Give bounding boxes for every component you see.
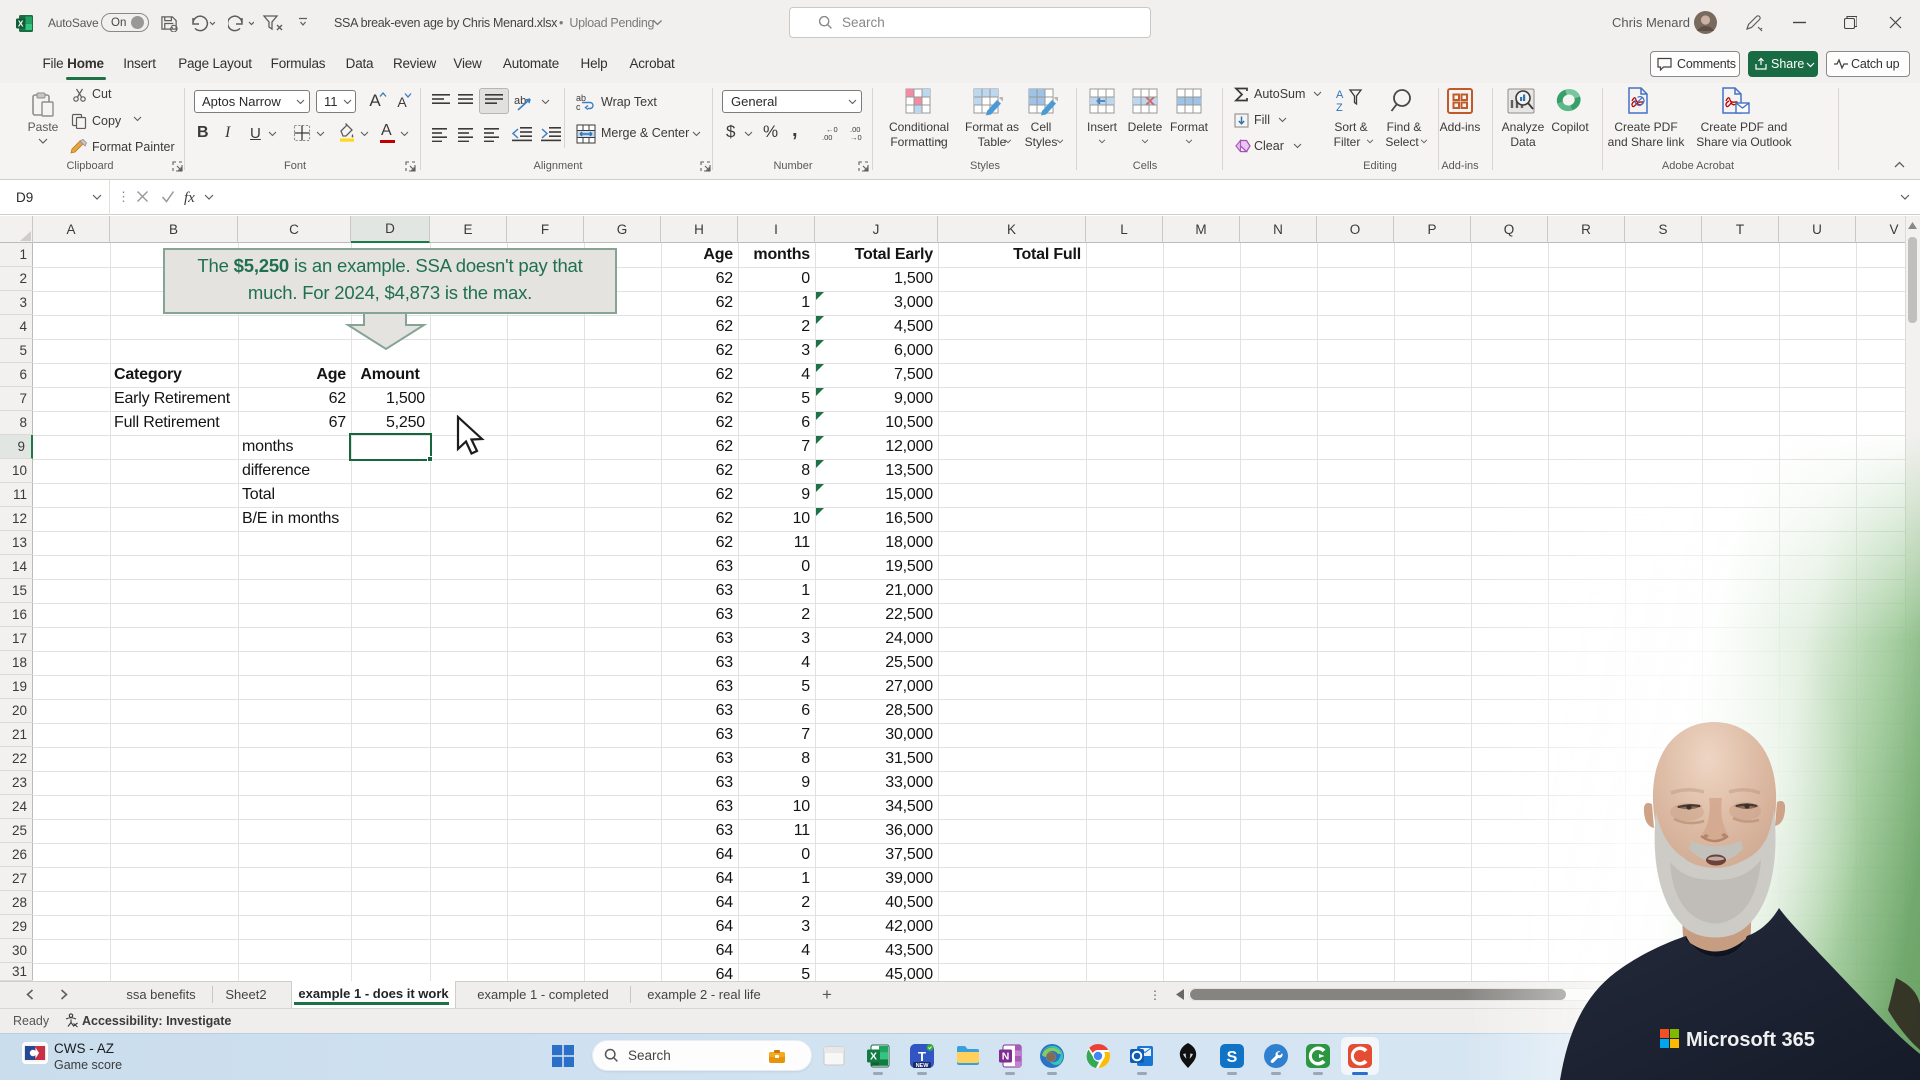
svg-text:A: A xyxy=(1336,89,1344,101)
svg-text:S: S xyxy=(1227,1049,1238,1066)
svg-text:X: X xyxy=(18,18,24,28)
svg-text:N: N xyxy=(1002,1051,1010,1063)
svg-text:T: T xyxy=(918,1049,926,1064)
svg-text:NEW: NEW xyxy=(916,1063,930,1068)
svg-text:.00: .00 xyxy=(822,133,832,142)
svg-text:→0: →0 xyxy=(850,133,862,142)
svg-text:Z: Z xyxy=(1336,102,1343,114)
svg-text:Microsoft 365: Microsoft 365 xyxy=(1686,1029,1815,1051)
svg-text:c: c xyxy=(576,102,581,112)
svg-text:X: X xyxy=(870,1051,877,1063)
